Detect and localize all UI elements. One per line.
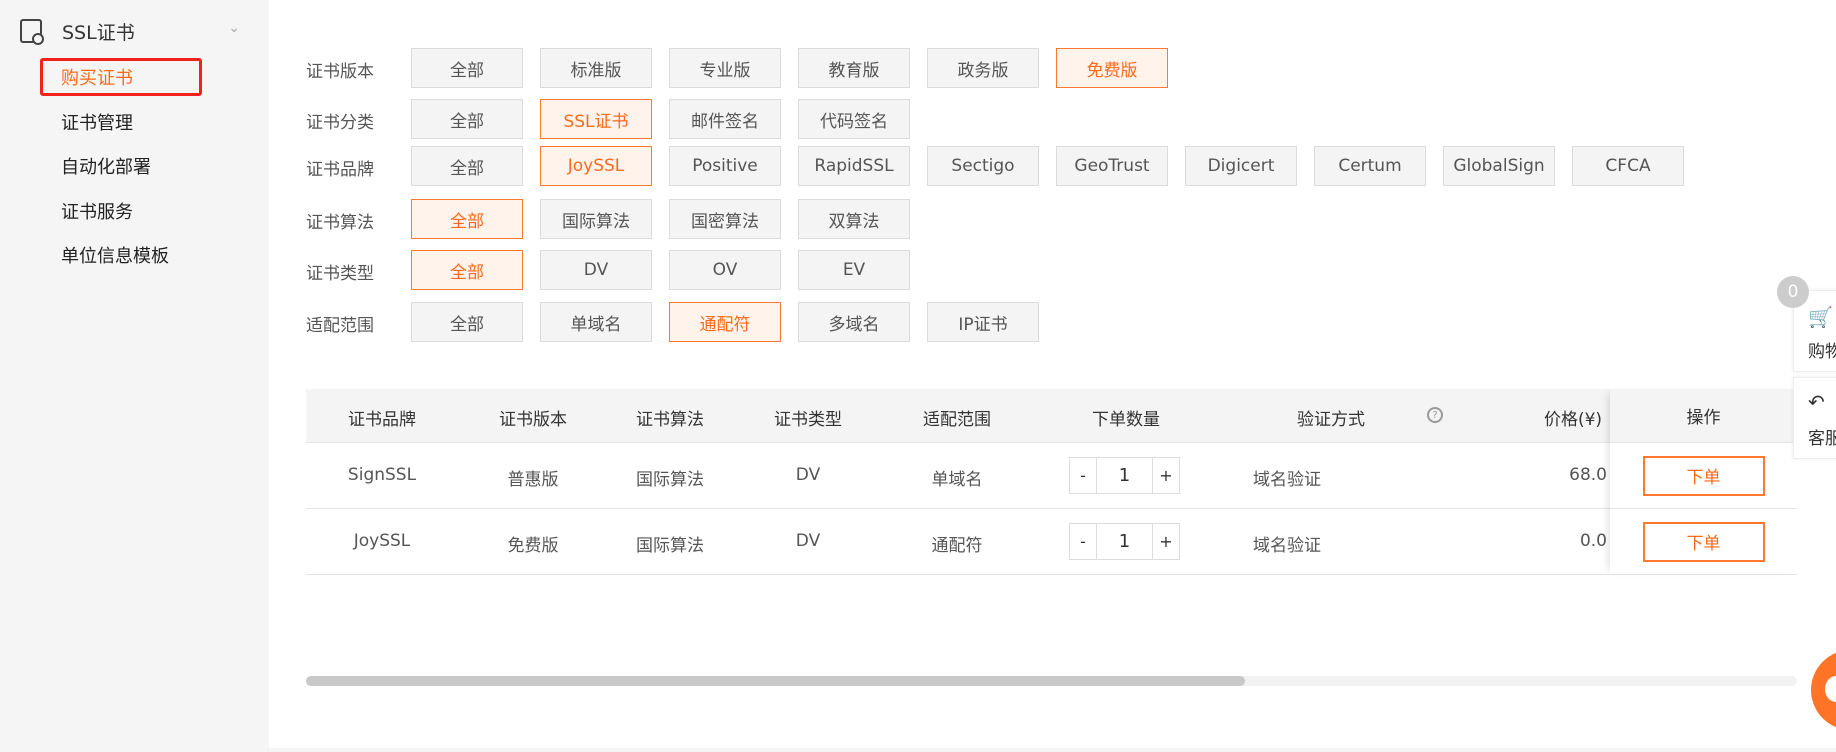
- main-content: 证书版本 全部 标准版 专业版 教育版 政务版 免费版 证书分类 全部 SSL证书 邮件签名 代码签名…: [269, 0, 1836, 748]
- filter-option[interactable]: GlobalSign: [1443, 146, 1555, 186]
- filter-option[interactable]: 双算法: [798, 199, 910, 239]
- header-type: 证书类型: [774, 410, 842, 430]
- filter-option[interactable]: EV: [798, 250, 910, 290]
- sidebar-item-deploy[interactable]: 自动化部署: [61, 153, 151, 179]
- filter-option[interactable]: OV: [669, 250, 781, 290]
- header-version: 证书版本: [499, 410, 567, 430]
- filter-label: 证书版本: [306, 62, 374, 82]
- filter-option[interactable]: Positive: [669, 146, 781, 186]
- sidebar-group-label: SSL证书: [62, 21, 135, 44]
- filter-option[interactable]: 通配符: [669, 302, 781, 342]
- filter-option[interactable]: 全部: [411, 48, 523, 88]
- sidebar-group-ssl[interactable]: SSL证书 ⌄: [20, 14, 240, 48]
- cart-icon: 🛒: [1808, 305, 1833, 329]
- filter-option[interactable]: GeoTrust: [1056, 146, 1168, 186]
- filter-option[interactable]: 国际算法: [540, 199, 652, 239]
- filter-option[interactable]: 多域名: [798, 302, 910, 342]
- cell-type: DV: [795, 531, 821, 551]
- cell-brand: JoySSL: [353, 531, 411, 551]
- filter-option[interactable]: 教育版: [798, 48, 910, 88]
- certificate-icon: [20, 19, 44, 45]
- table-row: SignSSL 普惠版 国际算法 DV 单域名 -1 + 域名验证 68.0: [306, 443, 1797, 509]
- filter-option[interactable]: 全部: [411, 302, 523, 342]
- service-label: 客服: [1808, 429, 1836, 449]
- header-action: 操作: [1610, 389, 1797, 443]
- filter-option[interactable]: 标准版: [540, 48, 652, 88]
- cell-algo: 国际算法: [636, 536, 704, 556]
- filter-option[interactable]: JoySSL: [540, 146, 652, 186]
- decrement-button[interactable]: -: [1070, 458, 1096, 493]
- cell-scope: 通配符: [931, 536, 983, 556]
- sidebar-item-buy[interactable]: 购买证书: [61, 64, 133, 90]
- order-button[interactable]: 下单: [1642, 521, 1765, 562]
- header-price[interactable]: 价格(¥): [1544, 405, 1602, 430]
- header-algo: 证书算法: [636, 410, 704, 430]
- header-scope: 适配范围: [923, 410, 991, 430]
- filter-option[interactable]: 国密算法: [669, 199, 781, 239]
- cell-type: DV: [795, 465, 821, 485]
- headset-icon: ↶: [1808, 390, 1825, 414]
- filter-option[interactable]: 全部: [411, 146, 523, 186]
- quantity-input[interactable]: 1: [1096, 524, 1153, 559]
- filter-option[interactable]: 全部: [411, 99, 523, 139]
- filter-option[interactable]: 单域名: [540, 302, 652, 342]
- increment-button[interactable]: +: [1153, 524, 1179, 559]
- table-row: JoySSL 免费版 国际算法 DV 通配符 -1 + 域名验证 0.0: [306, 509, 1797, 575]
- help-icon[interactable]: ?: [1427, 407, 1443, 423]
- quantity-stepper[interactable]: -1 +: [1069, 523, 1180, 560]
- cell-price: 0.0: [1579, 531, 1607, 551]
- cart-count-badge: 0: [1777, 276, 1809, 308]
- filter-option[interactable]: 政务版: [927, 48, 1039, 88]
- sidebar: SSL证书 ⌄ 购买证书 证书管理 自动化部署 证书服务 单位信息模板: [0, 0, 269, 752]
- sidebar-item-manage[interactable]: 证书管理: [61, 109, 133, 135]
- cell-version: 普惠版: [507, 470, 559, 490]
- sidebar-item-template[interactable]: 单位信息模板: [61, 242, 169, 268]
- cell-verify: 域名验证: [1253, 536, 1321, 556]
- filter-option[interactable]: 全部: [411, 199, 523, 239]
- filter-option[interactable]: 免费版: [1056, 48, 1168, 88]
- header-verify: 验证方式: [1297, 410, 1365, 430]
- filter-option[interactable]: DV: [540, 250, 652, 290]
- filter-option[interactable]: Digicert: [1185, 146, 1297, 186]
- quantity-stepper[interactable]: -1 +: [1069, 457, 1180, 494]
- filter-option[interactable]: 代码签名: [798, 99, 910, 139]
- filter-option[interactable]: 邮件签名: [669, 99, 781, 139]
- quantity-input[interactable]: 1: [1096, 458, 1153, 493]
- cell-verify: 域名验证: [1253, 470, 1321, 490]
- filter-label: 证书分类: [306, 113, 374, 133]
- cell-price: 68.0: [1569, 465, 1607, 485]
- action-column: 操作 下单 下单: [1610, 389, 1797, 575]
- header-qty: 下单数量: [1092, 410, 1160, 430]
- filter-option[interactable]: 全部: [411, 250, 523, 290]
- order-button[interactable]: 下单: [1642, 455, 1765, 496]
- filter-label: 适配范围: [306, 316, 374, 336]
- increment-button[interactable]: +: [1153, 458, 1179, 493]
- filter-option[interactable]: Certum: [1314, 146, 1426, 186]
- customer-service-button[interactable]: ↶ 客服: [1793, 377, 1836, 459]
- cell-algo: 国际算法: [636, 470, 704, 490]
- filter-option[interactable]: CFCA: [1572, 146, 1684, 186]
- filter-label: 证书品牌: [306, 160, 374, 180]
- cell-version: 免费版: [507, 536, 559, 556]
- filter-label: 证书类型: [306, 264, 374, 284]
- filter-option[interactable]: SSL证书: [540, 99, 652, 139]
- filter-option[interactable]: 专业版: [669, 48, 781, 88]
- filter-option[interactable]: IP证书: [927, 302, 1039, 342]
- filter-option[interactable]: RapidSSL: [798, 146, 910, 186]
- filter-label: 证书算法: [306, 213, 374, 233]
- horizontal-scrollbar[interactable]: [306, 676, 1797, 686]
- scrollbar-thumb[interactable]: [306, 676, 1246, 686]
- chevron-down-icon[interactable]: ⌄: [228, 20, 240, 36]
- decrement-button[interactable]: -: [1070, 524, 1096, 559]
- cell-scope: 单域名: [931, 470, 983, 490]
- sidebar-item-service[interactable]: 证书服务: [61, 198, 133, 224]
- cell-brand: SignSSL: [347, 465, 417, 485]
- filter-option[interactable]: Sectigo: [927, 146, 1039, 186]
- table-header: 证书品牌 证书版本 证书算法 证书类型 适配范围 下单数量 验证方式 ? 价格(…: [306, 389, 1797, 443]
- header-brand: 证书品牌: [348, 410, 416, 430]
- cart-label: 购物车: [1808, 342, 1836, 362]
